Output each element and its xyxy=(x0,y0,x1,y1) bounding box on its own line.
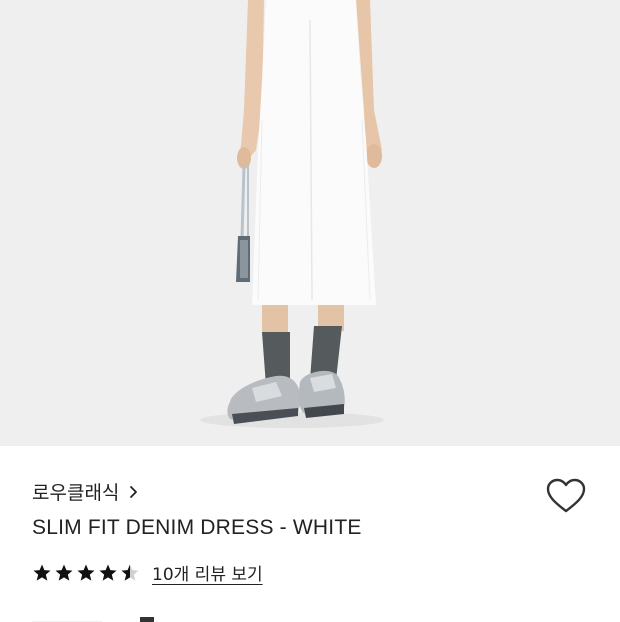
cropped-text xyxy=(32,617,154,622)
star-rating xyxy=(32,563,140,583)
product-title: SLIM FIT DENIM DRESS - WHITE xyxy=(32,516,362,539)
review-link[interactable]: 10개 리뷰 보기 xyxy=(152,560,263,585)
product-image[interactable] xyxy=(0,0,620,446)
star-full-icon xyxy=(33,564,51,581)
star-half-icon xyxy=(121,564,139,581)
brand-link[interactable]: 로우클래식 xyxy=(32,478,141,505)
brand-name: 로우클래식 xyxy=(32,482,120,504)
star-full-icon xyxy=(99,564,117,581)
star-full-icon xyxy=(77,564,95,581)
star-full-icon xyxy=(55,564,73,581)
product-photo xyxy=(0,0,620,446)
price-row-partial xyxy=(32,610,592,622)
heart-icon[interactable] xyxy=(546,478,586,514)
chevron-right-icon xyxy=(130,485,138,498)
rating-row: 10개 리뷰 보기 xyxy=(32,560,263,585)
